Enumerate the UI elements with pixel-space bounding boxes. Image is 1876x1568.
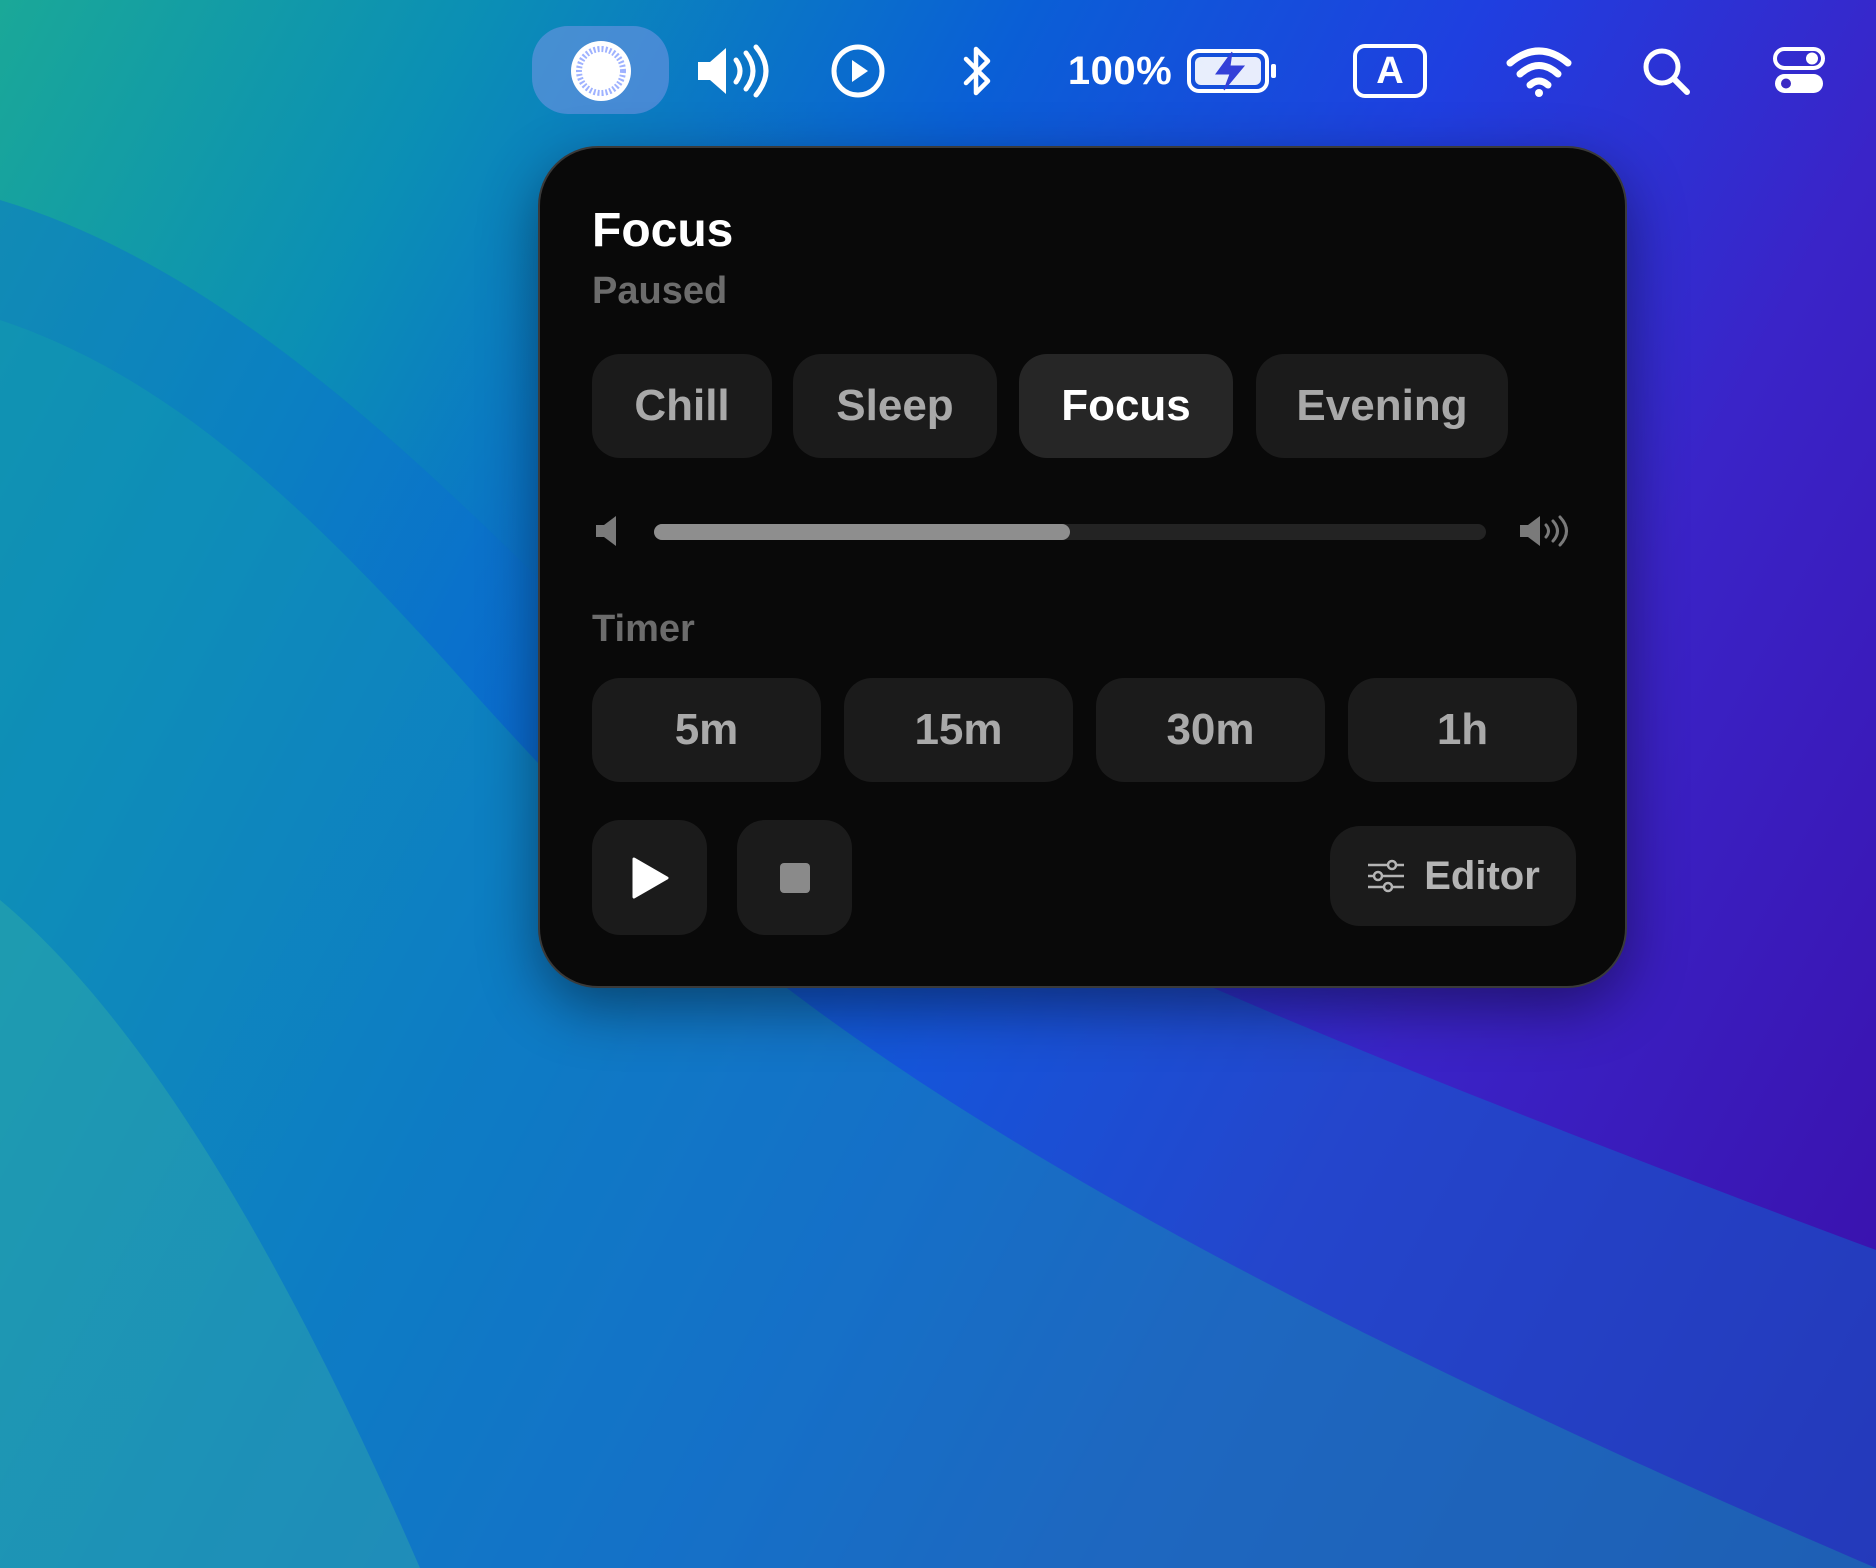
noise-popover-panel: Focus Paused Chill Sleep Focus Evening T…: [540, 148, 1625, 986]
input-source-letter: A: [1376, 49, 1404, 92]
volume-icon[interactable]: [694, 36, 770, 106]
playback-status: Paused: [592, 270, 728, 312]
input-source-icon[interactable]: A: [1350, 36, 1430, 106]
preset-chill-button[interactable]: Chill: [592, 354, 772, 458]
stop-button[interactable]: [737, 820, 852, 935]
battery-percent-text: 100%: [1067, 48, 1173, 93]
timer-section-label: Timer: [592, 608, 695, 650]
play-icon: [632, 857, 668, 898]
volume-slider-fill: [654, 524, 1070, 540]
editor-button[interactable]: Editor: [1330, 826, 1576, 926]
search-icon[interactable]: [1640, 36, 1692, 106]
preset-evening-button[interactable]: Evening: [1256, 354, 1508, 458]
preset-focus-button[interactable]: Focus: [1019, 354, 1233, 458]
noise-app-icon[interactable]: [566, 36, 636, 106]
timer-15m-button[interactable]: 15m: [844, 678, 1073, 782]
battery-percentage[interactable]: 100%: [1064, 36, 1176, 106]
play-circle-icon[interactable]: [830, 36, 886, 106]
play-button[interactable]: [592, 820, 707, 935]
wifi-icon[interactable]: [1506, 36, 1572, 106]
bluetooth-icon[interactable]: [958, 36, 998, 106]
sliders-icon: [1368, 859, 1405, 893]
timer-5m-button[interactable]: 5m: [592, 678, 821, 782]
editor-button-label: Editor: [1424, 853, 1540, 898]
timer-1h-button[interactable]: 1h: [1348, 678, 1577, 782]
preset-sleep-button[interactable]: Sleep: [793, 354, 997, 458]
panel-title: Focus: [592, 204, 734, 257]
timer-30m-button[interactable]: 30m: [1096, 678, 1325, 782]
volume-slider[interactable]: [654, 524, 1486, 540]
menu-bar: 100% A: [0, 0, 1876, 140]
battery-charging-icon[interactable]: [1186, 36, 1278, 106]
volume-low-icon: [594, 514, 620, 553]
stop-icon: [779, 862, 810, 893]
control-center-icon[interactable]: [1772, 36, 1826, 106]
volume-high-icon: [1518, 514, 1572, 553]
